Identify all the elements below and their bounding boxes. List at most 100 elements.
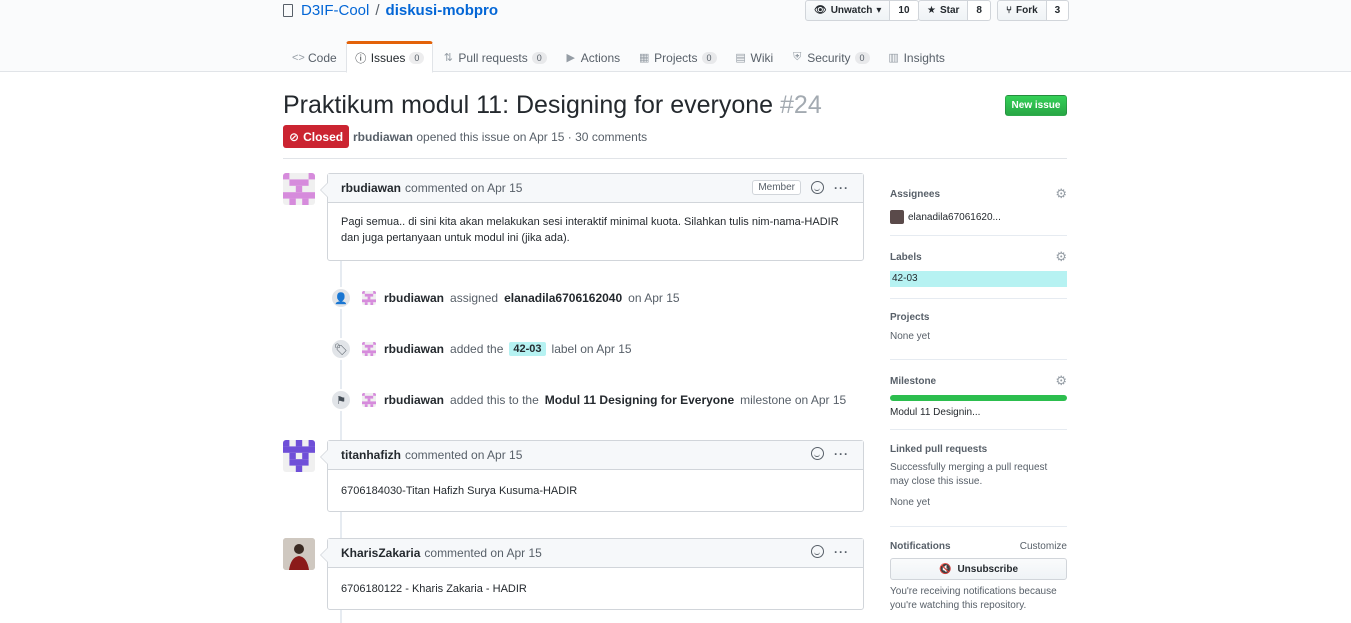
watch-count[interactable]: 10: [890, 0, 919, 21]
gear-icon[interactable]: ⚙: [1055, 249, 1067, 265]
smiley-icon[interactable]: [811, 181, 824, 194]
avatar[interactable]: [283, 538, 315, 570]
event-timestamp[interactable]: label on Apr 15: [552, 342, 632, 356]
comment-header: rbudiawan commented on Apr 15 Member ···: [328, 174, 863, 203]
comment-author-link[interactable]: titanhafizh: [341, 448, 401, 462]
status-label: Closed: [303, 129, 344, 144]
tab-counter: 0: [854, 51, 870, 64]
tab-security[interactable]: ⛨ Security 0: [782, 41, 878, 72]
watch-group: 👁 Unwatch ▾ 10: [805, 0, 919, 21]
kebab-icon[interactable]: ···: [834, 448, 849, 460]
kebab-icon[interactable]: ···: [834, 546, 849, 558]
avatar[interactable]: [283, 173, 315, 205]
sidebar-heading: Linked pull requests: [890, 444, 988, 455]
label-pill[interactable]: 42-03: [890, 271, 1067, 287]
avatar[interactable]: [362, 291, 376, 305]
sidebar-notifications: Notifications Customize 🔇 Unsubscribe You…: [890, 541, 1067, 613]
fork-button[interactable]: ⑂ Fork: [997, 0, 1047, 21]
label-pill[interactable]: 42-03: [509, 342, 546, 356]
tab-label: Issues: [370, 51, 406, 65]
issue-author-link[interactable]: rbudiawan: [353, 130, 413, 144]
issue-number: #24: [780, 91, 822, 119]
fork-count[interactable]: 3: [1046, 0, 1070, 21]
milestone-progress: [890, 395, 1067, 401]
sidebar-divider: [890, 526, 1067, 527]
star-icon: ★: [927, 5, 936, 16]
smiley-icon[interactable]: [811, 447, 824, 460]
customize-link[interactable]: Customize: [1020, 541, 1067, 552]
comment-author-link[interactable]: KharisZakaria: [341, 546, 420, 560]
comment-timestamp[interactable]: commented on Apr 15: [405, 448, 522, 462]
identicon-rbudiawan: [362, 393, 376, 407]
unwatch-label: Unwatch: [830, 5, 873, 16]
avatar[interactable]: [283, 440, 315, 472]
tab-label: Wiki: [750, 50, 774, 65]
sidebar-heading: Notifications: [890, 541, 951, 552]
shield-icon: ⛨: [793, 51, 802, 63]
status-badge: ⊘ Closed: [283, 125, 350, 148]
event-timestamp[interactable]: on Apr 15: [628, 291, 679, 305]
tab-label: Projects: [654, 50, 698, 65]
repo-header: D3IF-Cool / diskusi-mobpro 👁 Unwatch ▾ 1…: [0, 0, 1351, 73]
sidebar-projects: Projects None yet: [890, 312, 1067, 342]
comment-body: 6706180122 - Kharis Zakaria - HADIR: [341, 583, 527, 595]
comment-timestamp[interactable]: commented on Apr 15: [424, 546, 541, 560]
repo-name-link[interactable]: diskusi-mobpro: [386, 2, 499, 19]
tab-counter: 0: [409, 52, 425, 64]
assignee-link[interactable]: elanadila67061620...: [908, 212, 1001, 223]
repo-icon: [283, 4, 293, 17]
unsubscribe-label: Unsubscribe: [957, 563, 1019, 575]
timeline-event-assigned: 👤 rbudiawan assigned elanadila6706162040…: [330, 287, 680, 309]
new-issue-button[interactable]: New issue: [1005, 95, 1067, 116]
project-icon: ▦: [638, 52, 650, 64]
tab-actions[interactable]: ▶ Actions: [556, 41, 629, 72]
sidebar-assignees: Assignees ⚙ elanadila67061620...: [890, 186, 1067, 224]
tab-pull-requests[interactable]: ⇅ Pull requests 0: [433, 41, 555, 72]
fork-label: Fork: [1016, 5, 1038, 16]
event-actor-link[interactable]: rbudiawan: [384, 393, 444, 407]
gear-icon[interactable]: ⚙: [1055, 186, 1067, 202]
comment: rbudiawan commented on Apr 15 Member ···…: [320, 173, 864, 261]
issue-meta: rbudiawan opened this issue on Apr 15 · …: [353, 130, 647, 144]
code-icon: <>: [292, 51, 305, 64]
event-actor-link[interactable]: rbudiawan: [384, 291, 444, 305]
member-badge: Member: [752, 180, 801, 195]
linked-pr-description: Successfully merging a pull request may …: [890, 462, 1048, 487]
star-button[interactable]: ★ Star: [918, 0, 969, 21]
timeline-event-labeled: 🏷 rbudiawan added the 42-03 label on Apr…: [330, 338, 632, 360]
tab-label: Code: [308, 50, 337, 65]
unwatch-button[interactable]: 👁 Unwatch ▾: [805, 0, 891, 21]
tab-issues[interactable]: ⓘ Issues 0: [345, 41, 434, 73]
projects-value: None yet: [890, 331, 931, 342]
tab-code[interactable]: <> Code: [283, 41, 346, 72]
tab-wiki[interactable]: ▤ Wiki: [726, 41, 783, 72]
star-count[interactable]: 8: [968, 0, 991, 21]
comment-timestamp[interactable]: commented on Apr 15: [405, 181, 522, 195]
milestone-link[interactable]: Modul 11 Designin...: [890, 407, 1067, 418]
pull-request-icon: ⇅: [443, 52, 453, 64]
issue-closed-icon: ⊘: [289, 129, 300, 144]
sidebar-heading: Milestone: [890, 375, 937, 387]
gear-icon[interactable]: ⚙: [1055, 373, 1067, 389]
notifications-description: You're receiving notifications because y…: [890, 586, 1057, 611]
sidebar-divider: [890, 298, 1067, 299]
comment-body: Pagi semua.. di sini kita akan melakukan…: [341, 216, 839, 244]
avatar[interactable]: [362, 342, 376, 356]
event-timestamp[interactable]: milestone on Apr 15: [740, 393, 846, 407]
event-actor-link[interactable]: rbudiawan: [384, 342, 444, 356]
tab-counter: 0: [701, 51, 717, 64]
smiley-icon[interactable]: [811, 545, 824, 558]
event-target-link[interactable]: Modul 11 Designing for Everyone: [545, 393, 734, 407]
avatar[interactable]: [890, 210, 904, 224]
kebab-icon[interactable]: ···: [834, 182, 849, 194]
tab-projects[interactable]: ▦ Projects 0: [629, 41, 725, 72]
star-group: ★ Star 8: [918, 0, 991, 21]
event-text: added this to the: [450, 393, 539, 407]
avatar[interactable]: [362, 393, 376, 407]
unsubscribe-button[interactable]: 🔇 Unsubscribe: [890, 558, 1067, 580]
event-target-link[interactable]: elanadila6706162040: [504, 291, 622, 305]
sidebar-milestone: Milestone ⚙ Modul 11 Designin...: [890, 373, 1067, 418]
tab-insights[interactable]: ▥ Insights: [879, 41, 954, 72]
comment-author-link[interactable]: rbudiawan: [341, 181, 401, 195]
repo-owner-link[interactable]: D3IF-Cool: [301, 2, 369, 19]
